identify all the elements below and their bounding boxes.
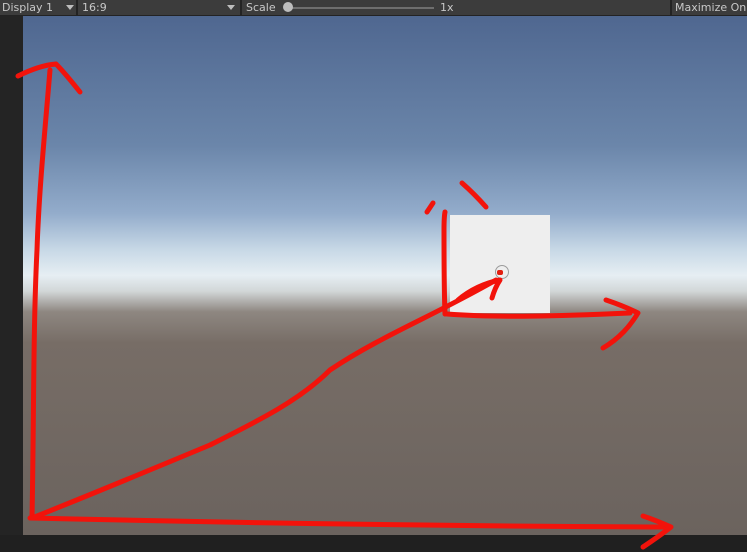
chevron-down-icon [66, 5, 74, 10]
maximize-on-play-toggle[interactable]: Maximize On Play [672, 0, 747, 16]
viewport-letterbox-bottom [0, 535, 747, 552]
game-view-window: Display 1 16:9 Scale 1x Maximize On Play [0, 0, 747, 552]
aspect-ratio-label: 16:9 [82, 1, 107, 14]
scale-value: 1x [440, 1, 454, 14]
game-view-toolbar: Display 1 16:9 Scale 1x Maximize On Play [0, 0, 747, 16]
cube-object [450, 215, 550, 313]
toolbar-divider [240, 0, 242, 16]
scale-slider[interactable] [289, 7, 434, 9]
toolbar-divider [76, 0, 78, 16]
scale-label: Scale [246, 1, 276, 14]
chevron-down-icon [227, 5, 235, 10]
display-dropdown[interactable]: Display 1 [0, 0, 75, 16]
display-dropdown-label: Display 1 [2, 1, 54, 14]
game-viewport[interactable] [23, 16, 747, 535]
maximize-on-play-label: Maximize On Play [675, 1, 747, 14]
viewport-letterbox-left [0, 16, 23, 535]
aspect-ratio-dropdown[interactable]: 16:9 [79, 0, 239, 16]
scale-slider-thumb[interactable] [283, 2, 293, 12]
pivot-marker [497, 270, 503, 275]
